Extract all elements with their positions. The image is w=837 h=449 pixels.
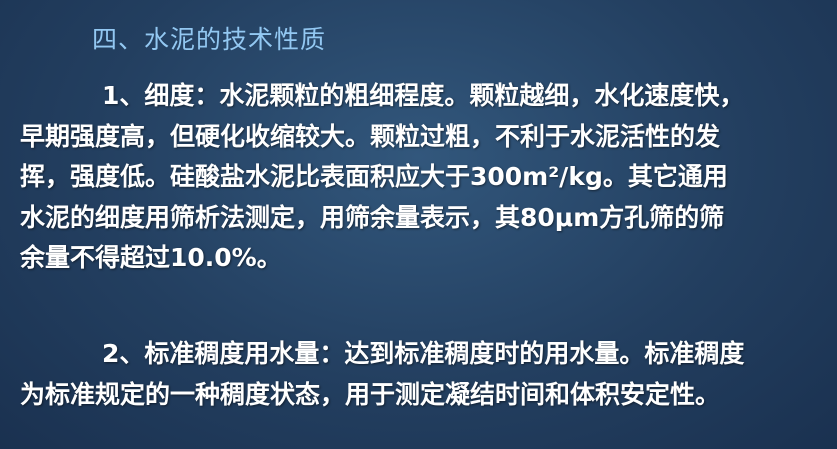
paragraph-line: 为标准规定的一种稠度状态，用于测定凝结时间和体积安定性。 <box>20 379 721 409</box>
paragraph-line: 2、标准稠度用水量：达到标准稠度时的用水量。标准稠度 <box>102 339 745 368</box>
slide: 四、水泥的技术性质 1、细度：水泥颗粒的粗细程度。颗粒越细，水化速度快， 早期强… <box>0 0 837 449</box>
paragraph-line: 1、细度：水泥颗粒的粗细程度。颗粒越细，水化速度快， <box>102 81 745 110</box>
paragraph-fineness: 1、细度：水泥颗粒的粗细程度。颗粒越细，水化速度快， 早期强度高，但硬化收缩较大… <box>20 76 825 279</box>
paragraph-line: 挥，强度低。硅酸盐水泥比表面积应大于300m²/kg。其它通用 <box>20 162 728 191</box>
paragraph-line: 余量不得超过10.0%。 <box>20 243 282 272</box>
section-heading: 四、水泥的技术性质 <box>92 25 327 54</box>
paragraph-standard-consistency: 2、标准稠度用水量：达到标准稠度时的用水量。标准稠度 为标准规定的一种稠度状态，… <box>20 334 825 415</box>
paragraph-line: 水泥的细度用筛析法测定，用筛余量表示，其80μm方孔筛的筛 <box>20 202 725 232</box>
paragraph-line: 早期强度高，但硬化收缩较大。颗粒过粗，不利于水泥活性的发 <box>20 121 721 151</box>
